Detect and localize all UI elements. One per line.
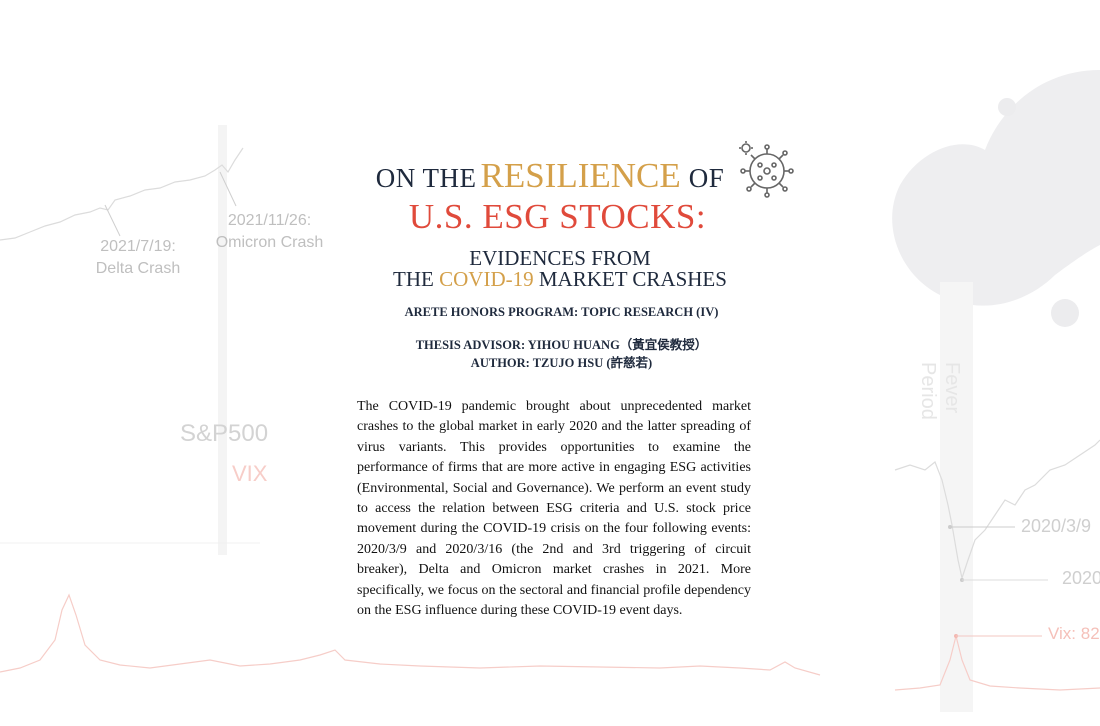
subtitle-line-1: EVIDENCES FROM — [469, 246, 651, 270]
subtitle-prefix: THE — [393, 267, 440, 291]
program-line: ARETE HONORS PROGRAM: TOPIC RESEARCH (IV… — [404, 305, 719, 319]
right-dot-1 — [998, 98, 1016, 116]
vix-peak-label: Vix: 82 — [1048, 624, 1100, 643]
title-line-1: ON THE RESILIENCE OF — [0, 156, 1100, 196]
right-sp500-line — [894, 439, 1100, 581]
subtitle-covid: COVID-19 — [439, 267, 534, 291]
virus-icon — [739, 141, 794, 198]
event-label-2: 2020 — [1062, 568, 1100, 588]
title-resilience: RESILIENCE — [480, 156, 681, 195]
advisor-line: THESIS ADVISOR: YIHOU HUANG（黃宜侯教授） — [415, 338, 708, 352]
title-line-2: U.S. ESG STOCKS: — [408, 197, 707, 236]
author-line: AUTHOR: TZUJO HSU (許慈若) — [470, 356, 653, 370]
subtitle-line-2: THE COVID-19 MARKET CRASHES — [0, 269, 1100, 290]
right-vix-line — [894, 635, 1100, 691]
subtitle-suffix: MARKET CRASHES — [533, 267, 727, 291]
title-on-the: ON THE — [375, 163, 477, 193]
title-of: OF — [688, 163, 725, 193]
event-label-1: 2020/3/9 — [1021, 516, 1092, 536]
vix-legend-label: VIX — [232, 461, 268, 486]
sp500-legend-label: S&P500 — [180, 420, 269, 447]
abstract-paragraph: The COVID-19 pandemic brought about unpr… — [357, 399, 751, 619]
